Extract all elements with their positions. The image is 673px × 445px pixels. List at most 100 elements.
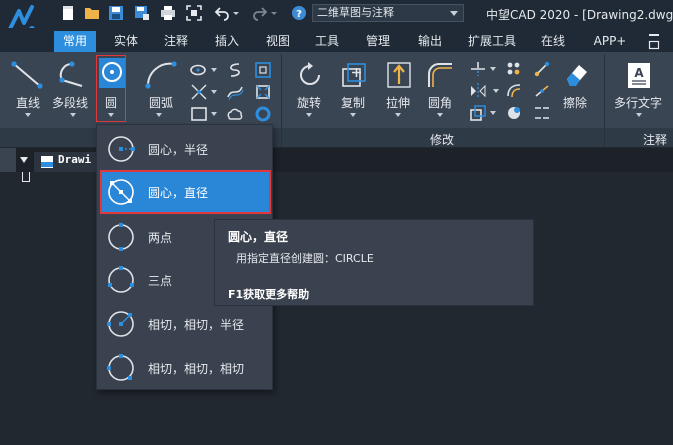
trim-icon[interactable]: [469, 60, 487, 78]
mirror-icon[interactable]: [469, 82, 487, 100]
fillet-icon[interactable]: [425, 60, 455, 90]
document-tab-label: Drawi: [58, 153, 92, 166]
command-tooltip: 圆心，直径 用指定直径创建圆：CIRCLE F1获取更多帮助: [214, 219, 534, 306]
workspace-select-value: 二维草图与注释: [317, 6, 394, 19]
rotate-button[interactable]: 旋转: [297, 94, 321, 111]
stretch-button[interactable]: 拉伸: [386, 94, 410, 111]
tooltip-title: 圆心，直径: [228, 230, 289, 244]
arc-button[interactable]: 圆弧: [149, 94, 173, 111]
minimize-icon[interactable]: [648, 30, 660, 40]
tab-annotate[interactable]: 注释: [156, 31, 196, 52]
polyline-icon[interactable]: [56, 60, 88, 90]
line-icon[interactable]: [10, 60, 44, 90]
print-icon[interactable]: [160, 5, 176, 21]
multiline-text-dropdown-icon[interactable]: [636, 113, 642, 117]
tab-online[interactable]: 在线: [533, 31, 573, 52]
tab-home[interactable]: 常用: [54, 31, 96, 52]
tab-output[interactable]: 输出: [410, 31, 450, 52]
group-label-modify: 修改: [430, 133, 455, 147]
redo-dropdown-icon[interactable]: [270, 5, 278, 21]
menu-item-label: 相切，相切，半径: [148, 318, 245, 332]
open-folder-icon[interactable]: [84, 5, 100, 21]
line-button[interactable]: 直线: [16, 94, 40, 111]
tab-insert[interactable]: 插入: [207, 31, 247, 52]
explode-icon[interactable]: [533, 60, 551, 78]
spline-icon[interactable]: [226, 61, 244, 79]
offset-icon[interactable]: [505, 82, 523, 100]
fillet-button[interactable]: 圆角: [428, 94, 452, 111]
menu-item-label: 相切，相切，相切: [148, 362, 245, 376]
eraser-icon[interactable]: [561, 60, 591, 90]
scale-icon[interactable]: [469, 104, 487, 122]
construction-line-dropdown-icon[interactable]: [211, 90, 217, 94]
stretch-dropdown-icon[interactable]: [395, 113, 401, 117]
new-file-icon[interactable]: [60, 5, 76, 21]
rotate-icon[interactable]: [295, 60, 325, 90]
help-icon[interactable]: ?: [291, 5, 307, 21]
chevron-down-icon: [450, 11, 458, 16]
workspace-select[interactable]: 二维草图与注释: [312, 4, 464, 22]
break-icon[interactable]: [533, 104, 551, 122]
document-tab-button[interactable]: [0, 148, 16, 172]
tab-solid[interactable]: 实体: [106, 31, 146, 52]
multiline-text-icon[interactable]: A: [624, 60, 654, 90]
join-icon[interactable]: [533, 82, 551, 100]
tooltip-help-hint: F1获取更多帮助: [228, 288, 310, 301]
line-dropdown-icon[interactable]: [25, 113, 31, 117]
redo-icon[interactable]: [252, 5, 268, 21]
align-icon[interactable]: [505, 104, 523, 122]
scale-dropdown-icon[interactable]: [490, 111, 496, 115]
circle-dropdown-icon[interactable]: [108, 113, 114, 117]
tab-view[interactable]: 视图: [258, 31, 298, 52]
menu-item-tan-tan-radius[interactable]: 相切，相切，半径: [97, 302, 274, 346]
circle-center-diameter-icon: [108, 179, 134, 205]
window-title: 中望CAD 2020 - [Drawing2.dwg]: [486, 8, 673, 22]
undo-dropdown-icon[interactable]: [232, 5, 240, 21]
svg-text:A: A: [634, 66, 644, 80]
erase-button[interactable]: 擦除: [563, 94, 587, 111]
tooltip-description: 用指定直径创建圆：CIRCLE: [236, 252, 374, 265]
copy-button[interactable]: 复制: [341, 94, 365, 111]
document-list-dropdown-icon[interactable]: [20, 157, 28, 163]
circle-icon: [99, 58, 125, 88]
menu-item-label: 圆心，半径: [148, 143, 209, 157]
tab-manage[interactable]: 管理: [358, 31, 398, 52]
trim-dropdown-icon[interactable]: [490, 67, 496, 71]
menu-item-center-radius[interactable]: 圆心，半径: [97, 127, 274, 171]
stretch-icon[interactable]: [384, 60, 414, 90]
restore-icon[interactable]: [648, 40, 660, 50]
ellipse-dropdown-icon[interactable]: [211, 68, 217, 72]
ucs-marker: [22, 172, 30, 182]
undo-icon[interactable]: [214, 5, 230, 21]
mirror-dropdown-icon[interactable]: [490, 82, 502, 100]
tab-app-plus[interactable]: APP+: [588, 31, 632, 52]
rotate-dropdown-icon[interactable]: [306, 113, 312, 117]
fillet-dropdown-icon[interactable]: [437, 113, 443, 117]
dwg-file-icon: [41, 156, 53, 168]
menu-item-tan-tan-tan[interactable]: 相切，相切，相切: [97, 346, 274, 390]
ellipse-icon[interactable]: [190, 61, 208, 79]
array-icon[interactable]: [505, 60, 523, 78]
fit-window-icon[interactable]: [186, 5, 202, 21]
tab-extended-tools[interactable]: 扩展工具: [462, 31, 522, 52]
hatch-icon[interactable]: [226, 83, 244, 101]
copy-dropdown-icon[interactable]: [350, 113, 356, 117]
menu-item-center-diameter[interactable]: 圆心，直径: [100, 170, 271, 214]
polyline-button[interactable]: 多段线: [52, 94, 88, 111]
save-icon[interactable]: [108, 5, 124, 21]
save-as-icon[interactable]: [134, 5, 150, 21]
arc-dropdown-icon[interactable]: [156, 113, 162, 117]
copy-icon[interactable]: [339, 60, 369, 90]
tab-tools[interactable]: 工具: [307, 31, 347, 52]
boundary-icon[interactable]: [254, 83, 272, 101]
rectangle-icon[interactable]: [190, 105, 208, 123]
arc-icon[interactable]: [144, 60, 180, 90]
polyline-dropdown-icon[interactable]: [70, 113, 76, 117]
construction-line-icon[interactable]: [190, 83, 208, 101]
revision-cloud-icon[interactable]: [226, 105, 244, 123]
menu-item-label: 三点: [148, 274, 173, 288]
region-icon[interactable]: [254, 61, 272, 79]
rectangle-dropdown-icon[interactable]: [211, 112, 217, 116]
multiline-text-button[interactable]: 多行文字: [614, 94, 662, 111]
donut-icon[interactable]: [254, 105, 272, 123]
